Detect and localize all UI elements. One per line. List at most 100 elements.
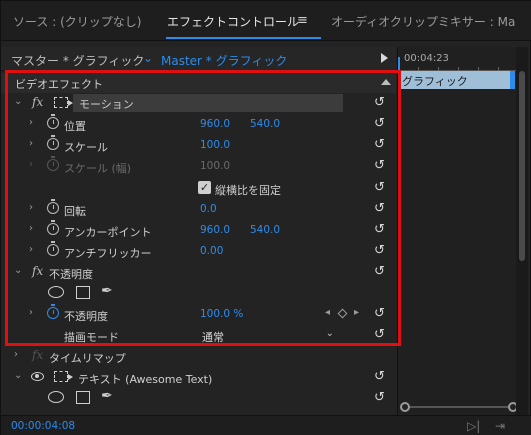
transform-icon[interactable] <box>54 371 73 382</box>
rotation-row: › 回転 0.0 ↺ <box>1 199 396 220</box>
reset-icon[interactable]: ↺ <box>374 243 385 258</box>
timeline-ruler-timecode: 00:04:23 <box>404 53 449 64</box>
property-label: スケール <box>64 141 108 154</box>
tab-source[interactable]: ソース : (クリップなし) <box>13 13 141 30</box>
filter-icon[interactable]: ▷| <box>467 419 480 433</box>
next-keyframe-icon[interactable]: ▸ <box>354 307 359 318</box>
property-label: 位置 <box>64 120 86 133</box>
text-layer-row[interactable]: ⌄ テキスト (Awesome Text) ↺ <box>1 367 396 388</box>
anchor-x-value[interactable]: 960.0 <box>200 224 230 236</box>
current-timecode[interactable]: 00:00:04:08 <box>11 420 75 432</box>
ellipse-mask-icon[interactable] <box>48 286 64 298</box>
motion-effect-row[interactable]: ⌄ fx モーション ↺ <box>1 93 396 114</box>
reset-icon[interactable]: ↺ <box>374 201 385 216</box>
twirl-closed-icon[interactable]: › <box>29 138 33 149</box>
opacity-effect-row[interactable]: ⌄ fx 不透明度 ↺ <box>1 262 396 283</box>
playhead[interactable] <box>398 57 400 71</box>
sequence-clip-label[interactable]: Master * グラフィック <box>161 52 287 69</box>
reset-icon[interactable]: ↺ <box>374 137 385 152</box>
scrollbar-thumb[interactable] <box>519 71 525 261</box>
rectangle-mask-icon[interactable] <box>76 391 90 404</box>
pen-mask-icon[interactable]: ✒ <box>101 388 113 404</box>
reset-icon[interactable]: ↺ <box>374 222 385 237</box>
reset-icon[interactable]: ↺ <box>374 95 385 110</box>
tab-effect-controls[interactable]: エフェクトコントロール <box>167 13 299 30</box>
stopwatch-icon[interactable] <box>47 220 59 235</box>
position-x-value[interactable]: 960.0 <box>200 118 230 130</box>
visibility-eye-icon[interactable] <box>31 372 44 381</box>
effect-controls-panel: ソース : (クリップなし) エフェクトコントロール ≡ オーディオクリップミキ… <box>0 0 531 435</box>
mini-timeline[interactable]: 00:04:23 グラフィック <box>397 47 520 415</box>
status-footer: 00:00:04:08 ▷| ⇥ <box>1 415 531 435</box>
twirl-closed-icon[interactable]: › <box>29 244 33 255</box>
twirl-closed-icon: › <box>29 159 33 170</box>
stopwatch-icon[interactable] <box>47 199 59 214</box>
blend-mode-dropdown[interactable]: 通常 ⌄ <box>198 326 336 344</box>
transform-icon[interactable] <box>54 97 73 108</box>
active-tab-indicator <box>166 37 321 39</box>
stopwatch-icon <box>47 156 59 171</box>
property-label: スケール (幅) <box>64 162 132 175</box>
property-label: 描画モード <box>64 331 119 344</box>
rotation-value[interactable]: 0.0 <box>200 203 217 215</box>
text-mask-tools-row: ✒ ↺ <box>1 388 396 409</box>
fx-icon[interactable]: fx <box>32 264 43 278</box>
stopwatch-icon[interactable] <box>47 241 59 256</box>
master-clip-label[interactable]: マスター * グラフィック <box>11 52 144 69</box>
twirl-closed-icon[interactable]: › <box>29 117 33 128</box>
twirl-closed-icon[interactable]: › <box>29 307 33 318</box>
reset-icon[interactable]: ↺ <box>374 180 385 195</box>
twirl-closed-icon[interactable]: › <box>29 223 33 234</box>
position-y-value[interactable]: 540.0 <box>250 118 280 130</box>
reset-icon[interactable]: ↺ <box>374 390 385 405</box>
opacity-value[interactable]: 100.0 % <box>200 308 243 320</box>
reset-icon[interactable]: ↺ <box>374 264 385 279</box>
zoom-handle-left[interactable] <box>400 402 410 412</box>
reset-icon[interactable]: ↺ <box>374 369 385 384</box>
collapse-up-icon[interactable] <box>381 79 391 85</box>
play-icon[interactable] <box>381 53 388 63</box>
scale-value[interactable]: 100.0 <box>200 139 230 151</box>
timeline-zoom-scrollbar[interactable] <box>400 402 518 412</box>
twirl-closed-icon[interactable]: › <box>14 349 18 360</box>
reset-icon[interactable]: ↺ <box>374 327 385 342</box>
clip-end-handle[interactable] <box>510 71 515 89</box>
panel-menu-icon[interactable]: ≡ <box>297 13 308 28</box>
pen-mask-icon[interactable]: ✒ <box>101 283 113 299</box>
twirl-open-icon[interactable]: ⌄ <box>14 370 22 381</box>
stopwatch-icon[interactable] <box>47 135 59 150</box>
anti-flicker-row: › アンチフリッカー 0.00 ↺ <box>1 241 396 262</box>
timeline-clip[interactable]: グラフィック <box>398 71 510 89</box>
twirl-closed-icon[interactable]: › <box>29 202 33 213</box>
reset-icon[interactable]: ↺ <box>374 306 385 321</box>
anti-flicker-value[interactable]: 0.00 <box>200 245 223 257</box>
add-keyframe-icon[interactable] <box>337 308 348 319</box>
vertical-scrollbar[interactable] <box>516 47 528 415</box>
previous-keyframe-icon[interactable]: ◂ <box>325 307 330 318</box>
chevron-down-icon[interactable]: ⌄ <box>143 51 153 65</box>
uniform-scale-checkbox[interactable]: ✓ <box>198 181 211 194</box>
export-icon[interactable]: ⇥ <box>495 419 505 433</box>
chevron-down-icon: ⌄ <box>325 328 334 339</box>
ellipse-mask-icon[interactable] <box>48 391 64 403</box>
anchor-y-value[interactable]: 540.0 <box>250 224 280 236</box>
twirl-open-icon[interactable]: ⌄ <box>14 265 22 276</box>
stopwatch-icon[interactable] <box>47 114 59 129</box>
stopwatch-icon[interactable] <box>47 304 59 319</box>
scale-width-value: 100.0 <box>200 160 231 172</box>
dropdown-value: 通常 <box>202 331 224 344</box>
property-label: アンカーポイント <box>64 226 152 239</box>
fx-icon: fx <box>32 348 44 362</box>
reset-icon[interactable]: ↺ <box>374 158 385 173</box>
checkbox-label: 縦横比を固定 <box>215 184 281 197</box>
rectangle-mask-icon[interactable] <box>76 286 90 299</box>
fx-icon[interactable]: fx <box>32 95 43 109</box>
tab-bar: ソース : (クリップなし) エフェクトコントロール ≡ オーディオクリップミキ… <box>1 1 531 41</box>
property-label: アンチフリッカー <box>64 247 152 260</box>
tab-audio-clip-mixer[interactable]: オーディオクリップミキサー : Ma <box>331 13 515 30</box>
effect-name: テキスト (Awesome Text) <box>78 373 213 386</box>
video-effects-header: ビデオエフェクト <box>1 73 396 93</box>
twirl-open-icon[interactable]: ⌄ <box>14 96 22 107</box>
reset-icon[interactable]: ↺ <box>374 116 385 131</box>
time-remap-row[interactable]: › fx タイムリマップ <box>1 346 396 367</box>
